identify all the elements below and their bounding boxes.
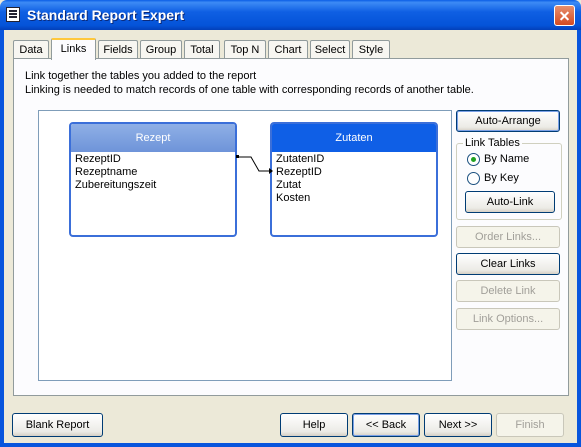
help-label: Help [302, 419, 326, 431]
tab-top-n[interactable]: Top N [224, 40, 266, 58]
auto-link-button[interactable]: Auto-Link [465, 191, 555, 213]
auto-arrange-label: Auto-Arrange [475, 115, 541, 127]
delete-link-button[interactable]: Delete Link [456, 280, 560, 302]
link-options-label: Link Options... [472, 313, 544, 325]
tab-group[interactable]: Group [140, 40, 182, 58]
order-links-label: Order Links... [474, 231, 542, 243]
auto-link-label: Auto-Link [486, 196, 534, 208]
finish-label: Finish [515, 419, 545, 431]
window-border-left [0, 30, 4, 447]
tab-chart[interactable]: Chart [268, 40, 308, 58]
tab-style[interactable]: Style [352, 40, 390, 58]
next-label: Next >> [438, 419, 478, 431]
link-tables-label: Link Tables [463, 137, 522, 149]
auto-arrange-button[interactable]: Auto-Arrange [456, 110, 560, 132]
window-title: Standard Report Expert [27, 7, 185, 23]
radio-by-key[interactable] [467, 172, 480, 185]
radio-by-name-label[interactable]: By Name [484, 153, 529, 165]
back-button[interactable]: << Back [352, 413, 420, 437]
tab-data[interactable]: Data [13, 40, 49, 58]
link-options-button[interactable]: Link Options... [456, 308, 560, 330]
close-button[interactable] [554, 5, 575, 26]
description-line-1: Link together the tables you added to th… [25, 70, 257, 82]
description-line-2: Linking is needed to match records of on… [25, 84, 474, 96]
table-link-canvas[interactable]: Rezept RezeptID Rezeptname Zubereitungsz… [38, 110, 452, 381]
tab-total[interactable]: Total [184, 40, 220, 58]
clear-links-button[interactable]: Clear Links [456, 253, 560, 275]
link-tables-group: Link Tables By Name By Key Auto-Link [456, 137, 562, 220]
window-border-bottom [0, 443, 581, 447]
next-button[interactable]: Next >> [424, 413, 492, 437]
report-app-icon [6, 7, 20, 22]
tab-select[interactable]: Select [310, 40, 350, 58]
delete-link-label: Delete Link [480, 285, 536, 297]
help-button[interactable]: Help [280, 413, 348, 437]
order-links-button[interactable]: Order Links... [456, 226, 560, 248]
radio-by-key-label[interactable]: By Key [484, 172, 519, 184]
tab-links[interactable]: Links [51, 38, 96, 60]
finish-button[interactable]: Finish [496, 413, 564, 437]
blank-report-label: Blank Report [25, 419, 90, 431]
back-label: << Back [365, 419, 407, 431]
clear-links-label: Clear Links [480, 258, 536, 270]
window-border-right [577, 30, 581, 447]
tab-fields[interactable]: Fields [98, 40, 138, 58]
radio-by-name[interactable] [467, 153, 480, 166]
title-bar: Standard Report Expert [0, 0, 581, 30]
blank-report-button[interactable]: Blank Report [12, 413, 103, 437]
link-line[interactable] [39, 111, 451, 380]
